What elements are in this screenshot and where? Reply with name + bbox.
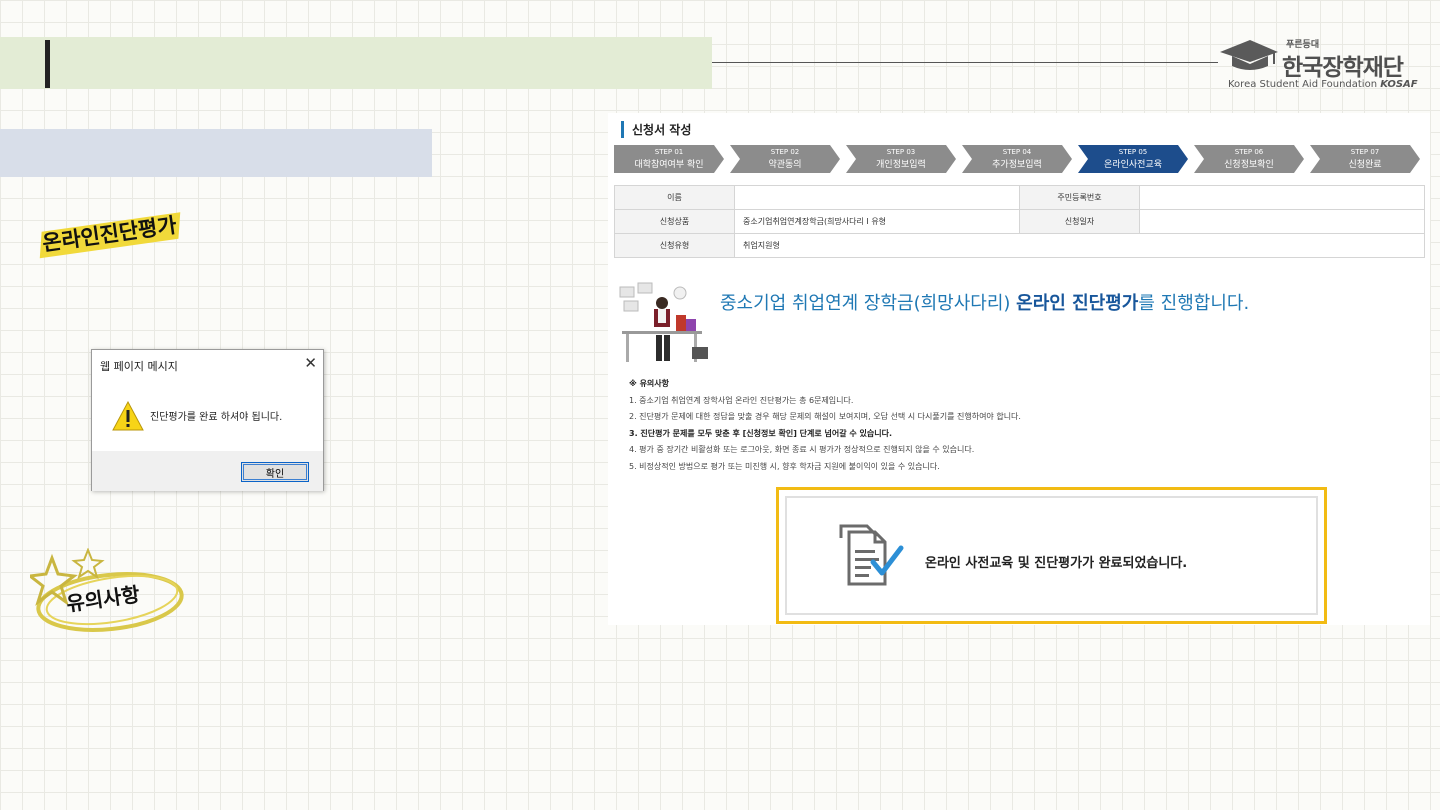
step-7-num: STEP 07 (1350, 148, 1380, 156)
notes-list: ※ 유의사항 1. 중소기업 취업연계 장학사업 온라인 진단평가는 총 6문제… (629, 376, 1021, 475)
name-label: 이름 (614, 185, 735, 210)
step-2: STEP 02 약관동의 (730, 145, 840, 173)
dialog-ok-button[interactable]: 확인 (241, 462, 309, 482)
eval-heading: 중소기업 취업연계 장학금(희망사다리) 온라인 진단평가를 진행합니다. (720, 289, 1249, 315)
graduation-cap-icon (1220, 40, 1278, 70)
list-item: 2. 진단평가 문제에 대한 정답을 맞출 경우 해당 문제의 해설이 보여지며… (629, 412, 1021, 421)
step-4-num: STEP 04 (1002, 148, 1032, 156)
step-4: STEP 04 추가정보입력 (962, 145, 1072, 173)
completion-inner: 온라인 사전교육 및 진단평가가 완료되었습니다. (785, 496, 1318, 615)
heading-bold: 온라인 진단평가 (1016, 293, 1139, 314)
office-worker-illustration (619, 282, 708, 362)
step-3-num: STEP 03 (886, 148, 916, 156)
subtitle-band (0, 129, 432, 177)
heading-pre: 중소기업 취업연계 장학금(희망사다리) (720, 293, 1017, 314)
logo-abbr: KOSAF (1380, 79, 1418, 90)
step-2-num: STEP 02 (770, 148, 800, 156)
logo-name: 한국장학재단 (1282, 55, 1404, 81)
step-5-num: STEP 05 (1118, 148, 1148, 156)
step-1-label: 대학참여여부 확인 (634, 160, 704, 170)
warning-icon (112, 401, 144, 431)
table-row: 신청유형 취업지원형 (614, 233, 1425, 258)
step-3-label: 개인정보입력 (876, 160, 926, 170)
rrn-value (1139, 185, 1425, 210)
step-2-label: 약관동의 (768, 160, 802, 170)
dialog-title: 웹 페이지 메시지 (100, 360, 178, 373)
date-value (1139, 209, 1425, 234)
completion-box: 온라인 사전교육 및 진단평가가 완료되었습니다. (776, 487, 1327, 624)
document-check-icon (839, 524, 904, 586)
name-value (734, 185, 1020, 210)
list-item: 3. 진단평가 문제를 모두 맞춘 후 [신청정보 확인] 단계로 넘어갈 수 … (629, 428, 893, 438)
heading-post: 를 진행합니다. (1138, 293, 1250, 314)
step-3: STEP 03 개인정보입력 (846, 145, 956, 173)
table-row: 신청상품 중소기업취업연계장학금(희망사다리 I 유형 신청일자 (614, 209, 1425, 234)
type-value: 취업지원형 (734, 233, 1425, 258)
dialog-close-icon[interactable]: ✕ (304, 353, 317, 373)
title-band (0, 37, 712, 89)
product-label: 신청상품 (614, 209, 735, 234)
kosaf-logo: 푸른등대 한국장학재단 Korea Student Aid Foundation… (1214, 34, 1418, 94)
web-page-message-dialog: 웹 페이지 메시지 ✕ 진단평가를 완료 하셔야 됩니다. 확인 (91, 349, 324, 491)
step-6-label: 신청정보확인 (1224, 160, 1274, 170)
step-6: STEP 06 신청정보확인 (1194, 145, 1304, 173)
step-1: STEP 01 대학참여여부 확인 (614, 145, 724, 173)
notes-title: ※ 유의사항 (629, 379, 670, 388)
online-eval-sticker-text: 온라인진단평가 (40, 213, 179, 256)
date-label: 신청일자 (1019, 209, 1140, 234)
step-1-num: STEP 01 (654, 148, 684, 156)
title-accent-bar (45, 40, 50, 88)
step-7: STEP 07 신청완료 (1310, 145, 1420, 173)
step-7-label: 신청완료 (1348, 160, 1382, 170)
list-item: 5. 비정상적인 방법으로 평가 또는 미진행 시, 향후 학자금 지원에 불이… (629, 461, 940, 471)
notes-sticker: 유의사항 (26, 547, 188, 638)
type-label: 신청유형 (614, 233, 735, 258)
step-4-label: 추가정보입력 (992, 160, 1042, 170)
online-eval-sticker: 온라인진단평가 (33, 196, 192, 275)
step-6-num: STEP 06 (1234, 148, 1264, 156)
logo-english: Korea Student Aid Foundation KOSAF (1228, 79, 1418, 90)
product-value: 중소기업취업연계장학금(희망사다리 I 유형 (734, 209, 1020, 234)
step-5: STEP 05 온라인사전교육 (1078, 145, 1188, 173)
dialog-message: 진단평가를 완료 하셔야 됩니다. (150, 412, 283, 423)
form-title: 신청서 작성 (621, 121, 691, 138)
rrn-label: 주민등록번호 (1019, 185, 1140, 210)
title-divider-line (712, 62, 1218, 63)
list-item: 1. 중소기업 취업연계 장학사업 온라인 진단평가는 총 6문제입니다. (629, 395, 854, 405)
dialog-footer: 확인 (92, 451, 323, 491)
table-row: 이름 주민등록번호 (614, 185, 1425, 210)
step-5-label: 온라인사전교육 (1104, 160, 1162, 170)
step-progress: STEP 01 대학참여여부 확인 STEP 02 약관동의 STEP 03 개인정보… (614, 145, 1424, 173)
list-item: 4. 평가 중 장기간 비활성화 또는 로그아웃, 화면 종료 시 평가가 정상… (629, 445, 975, 454)
applicant-info-table: 이름 주민등록번호 신청상품 중소기업취업연계장학금(희망사다리 I 유형 신청… (614, 185, 1425, 258)
logo-english-name: Korea Student Aid Foundation (1228, 79, 1378, 90)
completion-message: 온라인 사전교육 및 진단평가가 완료되었습니다. (925, 556, 1188, 571)
